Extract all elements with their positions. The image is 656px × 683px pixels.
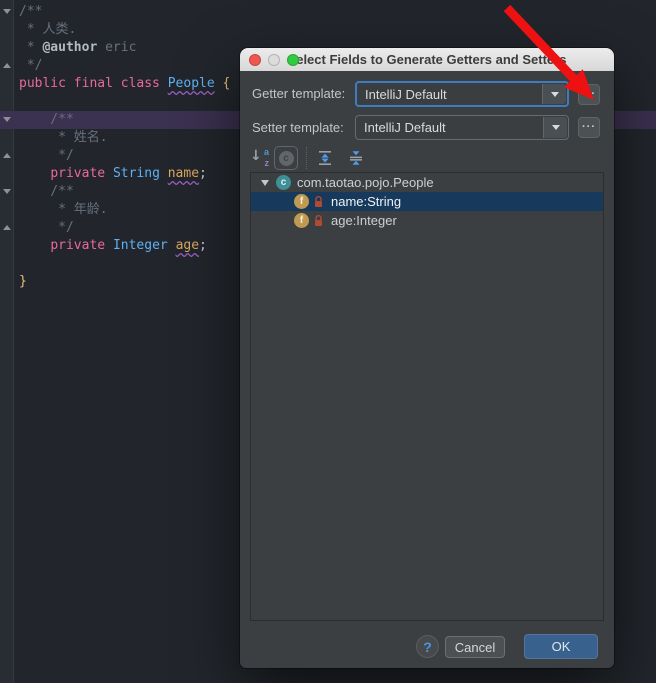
code-line: * 人类. — [19, 21, 656, 39]
close-window-button[interactable] — [249, 54, 261, 66]
setter-template-value: IntelliJ Default — [364, 116, 446, 139]
getter-template-combobox[interactable]: IntelliJ Default — [355, 81, 569, 107]
getter-template-more-button[interactable]: ··· — [578, 84, 600, 105]
setter-combo-dropdown-button[interactable] — [543, 117, 567, 138]
field-label: name:String — [331, 194, 401, 209]
setter-template-label: Setter template: — [252, 115, 344, 141]
class-icon: c — [276, 175, 291, 190]
fold-down-icon[interactable] — [3, 189, 11, 194]
setter-template-more-button[interactable]: ··· — [578, 117, 600, 138]
fold-down-icon[interactable] — [3, 117, 11, 122]
tree-expand-icon[interactable] — [261, 180, 269, 186]
tree-root-row[interactable]: c com.taotao.pojo.People — [251, 173, 603, 192]
cancel-button[interactable]: Cancel — [445, 636, 505, 658]
ok-button[interactable]: OK — [524, 634, 598, 659]
field-label: age:Integer — [331, 213, 397, 228]
code-line: /** — [19, 3, 656, 21]
screen: /** * 人类. * @author eric */public final … — [0, 0, 656, 683]
lock-icon — [314, 215, 323, 227]
fold-down-icon[interactable] — [3, 9, 11, 14]
dialog-title: Select Fields to Generate Getters and Se… — [288, 52, 567, 67]
toolbar-separator — [306, 147, 307, 169]
chevron-down-icon — [552, 125, 560, 130]
collapse-all-button[interactable] — [347, 150, 365, 166]
sort-letter-z: z — [265, 158, 270, 168]
tree-field-rows: f name:String f age:Integer — [251, 192, 603, 230]
fold-up-icon[interactable] — [3, 63, 11, 68]
setter-template-combobox[interactable]: IntelliJ Default — [355, 115, 569, 140]
getter-template-value: IntelliJ Default — [365, 83, 447, 105]
getter-combo-dropdown-button[interactable] — [542, 84, 566, 104]
fold-up-icon[interactable] — [3, 225, 11, 230]
expand-all-button[interactable] — [316, 150, 334, 166]
sort-alphabetically-button[interactable]: ↓ a z — [250, 147, 270, 169]
sort-arrow-icon: ↓ — [250, 148, 262, 164]
getter-template-label: Getter template: — [252, 81, 345, 107]
lock-icon — [314, 196, 323, 208]
tree-root-label: com.taotao.pojo.People — [297, 175, 434, 190]
fold-up-icon[interactable] — [3, 153, 11, 158]
fields-tree[interactable]: c com.taotao.pojo.People f name:String f — [250, 172, 604, 621]
generate-getters-setters-dialog: Select Fields to Generate Getters and Se… — [240, 48, 614, 668]
traffic-lights — [249, 48, 299, 71]
sort-letter-a: a — [264, 147, 269, 157]
dialog-titlebar[interactable]: Select Fields to Generate Getters and Se… — [240, 48, 614, 71]
minimize-window-button[interactable] — [268, 54, 280, 66]
tree-field-row[interactable]: f age:Integer — [251, 211, 603, 230]
help-button[interactable]: ? — [416, 635, 439, 658]
field-icon: f — [294, 194, 309, 209]
zoom-window-button[interactable] — [287, 54, 299, 66]
show-classes-toggle-button[interactable]: c — [274, 146, 298, 170]
class-filter-icon: c — [279, 151, 294, 166]
field-icon: f — [294, 213, 309, 228]
tree-field-row[interactable]: f name:String — [251, 192, 603, 211]
chevron-down-icon — [551, 92, 559, 97]
fields-toolbar: ↓ a z c — [250, 145, 378, 171]
